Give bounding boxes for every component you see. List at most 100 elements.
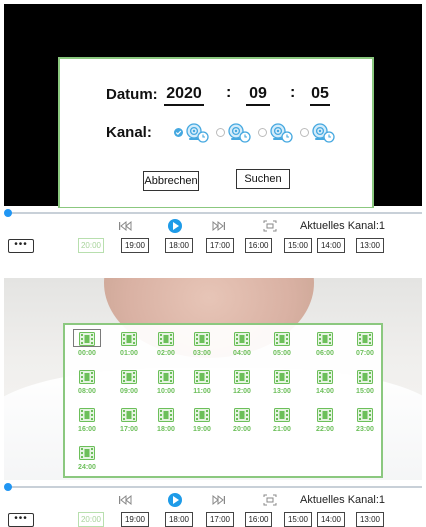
skip-forward-icon[interactable]	[212, 220, 226, 232]
time-button[interactable]: 14:00	[317, 238, 345, 253]
hour-label: 15:00	[356, 388, 374, 395]
time-button[interactable]: 16:00	[245, 512, 272, 527]
screen-icon[interactable]	[263, 220, 277, 232]
hour-label: 20:00	[233, 426, 251, 433]
hour-cell[interactable]: 01:00	[111, 329, 147, 365]
search-dialog: Datum: 2020 : 09 : 05 Kanal: Abbrechen S…	[58, 57, 374, 209]
hour-cell[interactable]: 15:00	[347, 367, 383, 403]
hour-cell[interactable]: 19:00	[184, 405, 220, 441]
hour-cell[interactable]: 00:00	[69, 329, 105, 365]
play-icon[interactable]	[168, 219, 182, 233]
hour-label: 08:00	[78, 388, 96, 395]
hour-cell[interactable]: 16:00	[69, 405, 105, 441]
hour-cell[interactable]: 02:00	[148, 329, 184, 365]
hour-label: 13:00	[273, 388, 291, 395]
hour-cell[interactable]: 09:00	[111, 367, 147, 403]
film-icon	[79, 370, 95, 384]
film-icon	[317, 332, 333, 346]
play-icon[interactable]	[168, 493, 182, 507]
hour-cell[interactable]: 12:00	[224, 367, 260, 403]
time-button[interactable]: 13:00	[356, 512, 384, 527]
time-button[interactable]: 17:00	[206, 238, 234, 253]
timeline-track[interactable]	[8, 212, 422, 214]
hour-cell[interactable]: 14:00	[307, 367, 343, 403]
channel-option-4[interactable]	[300, 122, 340, 146]
day-field[interactable]: 05	[310, 84, 330, 106]
time-button[interactable]: 13:00	[356, 238, 384, 253]
channel-option-2[interactable]	[216, 122, 256, 146]
camera-clock-icon	[226, 122, 252, 144]
current-channel-label: Aktuelles Kanal:1	[300, 220, 385, 232]
hour-label: 11:00	[193, 388, 211, 395]
film-icon	[274, 370, 290, 384]
camera-clock-icon	[268, 122, 294, 144]
time-button[interactable]: 19:00	[121, 238, 149, 253]
timeline-knob[interactable]	[4, 483, 12, 491]
film-icon	[234, 370, 250, 384]
time-button[interactable]: 17:00	[206, 512, 234, 527]
hour-cell[interactable]: 23:00	[347, 405, 383, 441]
hour-cell[interactable]: 04:00	[224, 329, 260, 365]
time-button[interactable]: 15:00	[284, 238, 312, 253]
time-button[interactable]: 18:00	[165, 238, 193, 253]
time-button[interactable]: 15:00	[284, 512, 312, 527]
year-field[interactable]: 2020	[164, 84, 204, 106]
time-button[interactable]: 20:00	[78, 512, 104, 527]
hour-cell[interactable]: 07:00	[347, 329, 383, 365]
hour-cell[interactable]: 22:00	[307, 405, 343, 441]
hour-label: 23:00	[356, 426, 374, 433]
hour-label: 07:00	[356, 350, 374, 357]
hour-cell[interactable]: 18:00	[148, 405, 184, 441]
channel-option-1[interactable]	[174, 122, 214, 146]
hour-label: 05:00	[273, 350, 291, 357]
hour-label: 22:00	[316, 426, 334, 433]
hour-label: 16:00	[78, 426, 96, 433]
hour-label: 03:00	[193, 350, 211, 357]
skip-back-icon[interactable]	[118, 220, 132, 232]
timeline-knob[interactable]	[4, 209, 12, 217]
hour-cell[interactable]: 03:00	[184, 329, 220, 365]
radio-icon[interactable]	[300, 128, 309, 137]
hour-label: 00:00	[78, 350, 96, 357]
film-icon	[357, 408, 373, 422]
month-field[interactable]: 09	[246, 84, 270, 106]
channel-option-3[interactable]	[258, 122, 298, 146]
hour-label: 10:00	[157, 388, 175, 395]
time-button[interactable]: 18:00	[165, 512, 193, 527]
more-button[interactable]: •••	[8, 513, 34, 527]
film-icon	[357, 370, 373, 384]
film-icon	[317, 408, 333, 422]
search-button[interactable]: Suchen	[236, 169, 290, 189]
time-button[interactable]: 19:00	[121, 512, 149, 527]
time-button[interactable]: 14:00	[317, 512, 345, 527]
skip-back-icon[interactable]	[118, 494, 132, 506]
film-icon	[79, 446, 95, 460]
hour-cell[interactable]: 11:00	[184, 367, 220, 403]
radio-icon[interactable]	[216, 128, 225, 137]
skip-forward-icon[interactable]	[212, 494, 226, 506]
film-icon	[357, 332, 373, 346]
timeline-track[interactable]	[8, 486, 422, 488]
screen-icon[interactable]	[263, 494, 277, 506]
hour-cell[interactable]: 21:00	[264, 405, 300, 441]
hour-cell[interactable]: 06:00	[307, 329, 343, 365]
hour-cell[interactable]: 08:00	[69, 367, 105, 403]
hour-cell[interactable]: 24:00	[69, 443, 105, 479]
playback-bar: Aktuelles Kanal:1 ••• 20:00 19:00 18:00 17:…	[0, 208, 426, 262]
date-separator: :	[226, 84, 232, 101]
cancel-button[interactable]: Abbrechen	[143, 171, 199, 191]
radio-checked-icon[interactable]	[174, 128, 183, 137]
channel-label: Kanal:	[106, 124, 152, 141]
hour-cell[interactable]: 20:00	[224, 405, 260, 441]
hour-cell[interactable]: 13:00	[264, 367, 300, 403]
time-button[interactable]: 16:00	[245, 238, 272, 253]
radio-icon[interactable]	[258, 128, 267, 137]
hour-cell[interactable]: 17:00	[111, 405, 147, 441]
more-button[interactable]: •••	[8, 239, 34, 253]
hour-cell[interactable]: 10:00	[148, 367, 184, 403]
hour-cell[interactable]: 05:00	[264, 329, 300, 365]
hour-label: 06:00	[316, 350, 334, 357]
channel-row: Kanal:	[60, 122, 372, 146]
time-button[interactable]: 20:00	[78, 238, 104, 253]
film-icon	[158, 408, 174, 422]
